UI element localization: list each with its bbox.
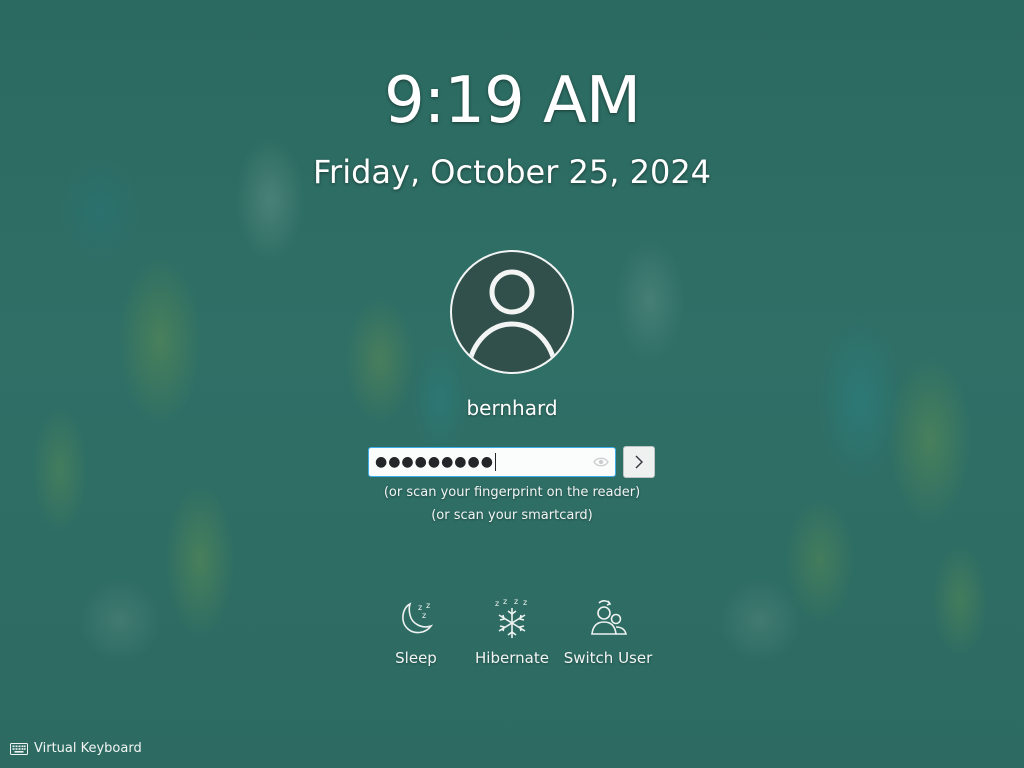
clock-date: Friday, October 25, 2024 xyxy=(312,153,712,191)
sleep-moon-icon: z z z xyxy=(402,601,434,634)
password-field[interactable]: ●●●●●●●●● xyxy=(368,447,616,477)
text-caret xyxy=(494,453,496,471)
password-masked-text: ●●●●●●●●● xyxy=(375,454,494,470)
svg-text:z: z xyxy=(503,597,507,606)
login-button[interactable] xyxy=(623,446,655,478)
sleep-button[interactable]: z z z Sleep xyxy=(366,596,466,668)
sleep-label: Sleep xyxy=(395,649,437,667)
hibernate-label: Hibernate xyxy=(475,649,549,667)
svg-text:z: z xyxy=(426,601,430,610)
svg-text:z: z xyxy=(422,611,426,620)
chevron-right-icon xyxy=(635,455,643,469)
svg-text:z: z xyxy=(514,597,518,606)
eye-icon[interactable] xyxy=(593,455,609,469)
fingerprint-hint: (or scan your fingerprint on the reader) xyxy=(383,485,641,500)
svg-text:z: z xyxy=(523,598,527,607)
switch-user-button[interactable]: Switch User xyxy=(558,596,658,668)
switch-user-icon xyxy=(591,600,628,635)
username-label: bernhard xyxy=(466,396,558,420)
user-avatar-icon xyxy=(465,269,559,371)
switch-user-label: Switch User xyxy=(563,649,653,667)
svg-text:z: z xyxy=(495,599,499,608)
virtual-keyboard-button[interactable]: Virtual Keyboard xyxy=(10,740,142,758)
hibernate-button[interactable]: z z z z Hibernate xyxy=(462,596,562,668)
snowflake-icon: z z z z xyxy=(495,597,527,638)
lock-screen: 9:19 AM Friday, October 25, 2024 bernhar… xyxy=(0,0,1024,768)
smartcard-hint: (or scan your smartcard) xyxy=(431,508,593,523)
user-avatar[interactable] xyxy=(450,250,574,374)
keyboard-icon xyxy=(10,743,28,755)
clock-time: 9:19 AM xyxy=(383,64,641,138)
virtual-keyboard-label: Virtual Keyboard xyxy=(34,741,142,756)
